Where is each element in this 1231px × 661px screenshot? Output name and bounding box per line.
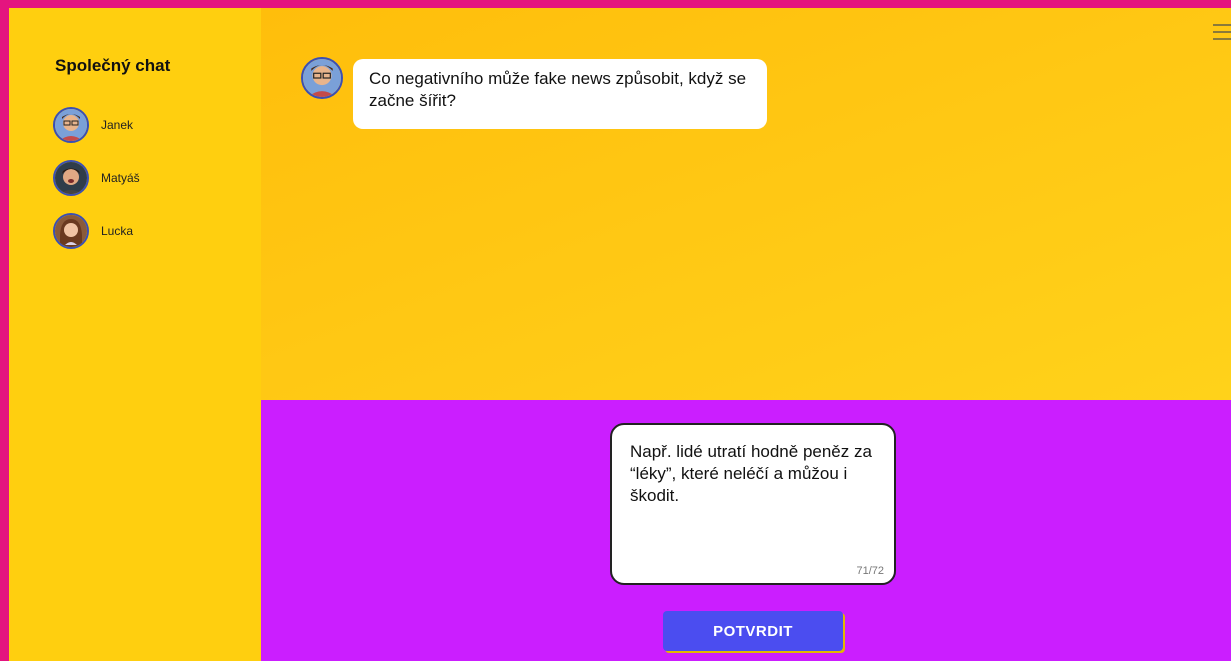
- participant-lucka[interactable]: Lucka: [53, 213, 133, 249]
- lucka-avatar: [53, 213, 89, 249]
- sidebar: Společný chat Janek Matyáš Lucka: [9, 8, 261, 661]
- participant-matyas[interactable]: Matyáš: [53, 160, 140, 196]
- janek-avatar: [301, 57, 343, 99]
- participant-name: Janek: [101, 118, 134, 132]
- confirm-button[interactable]: POTVRDIT: [663, 611, 843, 651]
- participant-janek[interactable]: Janek: [53, 107, 133, 143]
- app-frame: Společný chat Janek Matyáš Lucka Co nega…: [0, 0, 1231, 661]
- answer-area: Např. lidé utratí hodně peněz za “léky”,…: [261, 400, 1231, 661]
- answer-text[interactable]: Např. lidé utratí hodně peněz za “léky”,…: [630, 441, 876, 507]
- question-bubble: Co negativního může fake news způsobit, …: [353, 59, 767, 129]
- participant-name: Matyáš: [101, 171, 140, 185]
- character-counter: 71/72: [856, 565, 884, 577]
- sidebar-title: Společný chat: [55, 56, 171, 75]
- answer-input[interactable]: Např. lidé utratí hodně peněz za “léky”,…: [610, 423, 896, 585]
- chat-area: Co negativního může fake news způsobit, …: [261, 8, 1231, 400]
- hamburger-menu-icon[interactable]: [1213, 22, 1231, 42]
- participant-name: Lucka: [101, 224, 134, 238]
- question-text: Co negativního může fake news způsobit, …: [369, 69, 747, 110]
- matyas-avatar: [53, 160, 89, 196]
- janek-avatar: [53, 107, 89, 143]
